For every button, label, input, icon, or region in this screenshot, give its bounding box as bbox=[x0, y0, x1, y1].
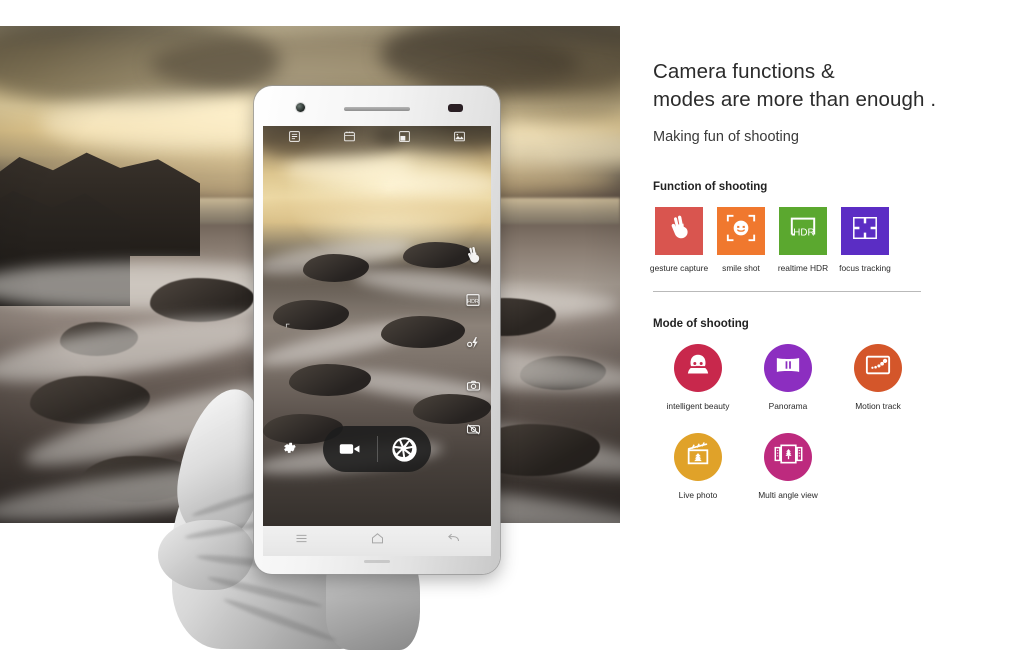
timer-camera-icon[interactable] bbox=[465, 378, 482, 399]
live-photo-icon bbox=[683, 440, 713, 473]
home-icon[interactable] bbox=[370, 531, 385, 551]
rock bbox=[289, 364, 371, 396]
phone-top-bezel bbox=[254, 86, 500, 126]
hand-peace-icon bbox=[668, 215, 690, 246]
phone-screen[interactable]: ⌜ HDR bbox=[263, 126, 491, 526]
gesture-capture-icon[interactable] bbox=[465, 246, 482, 270]
svg-text:HDR: HDR bbox=[793, 228, 814, 239]
function-item-realtime-hdr[interactable]: HDR realtime HDR bbox=[777, 206, 829, 273]
live-photo-circle[interactable] bbox=[674, 432, 722, 481]
motion-track-circle[interactable] bbox=[854, 343, 902, 392]
function-item-gesture-capture[interactable]: gesture capture bbox=[649, 206, 709, 273]
function-of-shooting-section: Function of shooting gesture capture smi… bbox=[649, 180, 983, 292]
mode-item-multi-angle-view[interactable]: Multi angle view bbox=[743, 432, 833, 500]
function-label: smile shot bbox=[722, 262, 760, 273]
mode-icon-grid: intelligent beauty Panorama Motion track… bbox=[653, 343, 983, 522]
filter-icon[interactable] bbox=[343, 130, 356, 148]
cloud bbox=[383, 172, 491, 196]
mode-label: Motion track bbox=[855, 400, 901, 411]
subheadline: Making fun of shooting bbox=[653, 128, 799, 145]
focus-tracking-tile[interactable] bbox=[841, 206, 889, 255]
back-arrow-icon[interactable] bbox=[446, 531, 461, 551]
function-label: gesture capture bbox=[649, 262, 709, 273]
svg-text:HDR: HDR bbox=[467, 299, 479, 305]
headline-line-1: Camera functions & bbox=[653, 60, 835, 83]
mode-label: Live photo bbox=[678, 489, 718, 500]
cloud bbox=[263, 196, 491, 218]
smartphone-device: ⌜ HDR bbox=[254, 86, 500, 574]
gear-icon[interactable] bbox=[281, 440, 298, 462]
headline-line-2: modes are more than enough . bbox=[653, 88, 937, 112]
android-navigation-bar[interactable] bbox=[263, 526, 491, 556]
camera-bottom-toolbar[interactable] bbox=[263, 426, 491, 500]
mode-item-intelligent-beauty[interactable]: intelligent beauty bbox=[653, 343, 743, 411]
mode-item-panorama[interactable]: Panorama bbox=[743, 343, 833, 411]
focus-brackets-icon bbox=[850, 214, 880, 247]
mode-item-live-photo[interactable]: Live photo bbox=[653, 432, 743, 500]
mode-section-title: Mode of shooting bbox=[653, 317, 749, 330]
mode-of-shooting-section: Mode of shooting intelligent beauty Pano… bbox=[653, 318, 983, 522]
function-section-title: Function of shooting bbox=[653, 180, 768, 193]
rock bbox=[381, 316, 465, 348]
mode-label: Panorama bbox=[768, 400, 808, 411]
earpiece-speaker bbox=[344, 107, 410, 111]
menu-icon[interactable] bbox=[294, 531, 309, 551]
mode-label: Multi angle view bbox=[758, 489, 818, 500]
section-divider bbox=[653, 290, 921, 292]
function-icon-row: gesture capture smile shot HDR realtime … bbox=[649, 206, 983, 273]
smile-shot-tile[interactable] bbox=[717, 206, 765, 255]
multi-angle-icon bbox=[773, 441, 804, 472]
camera-side-toolbar[interactable]: HDR bbox=[460, 246, 486, 442]
mode-item-motion-track[interactable]: Motion track bbox=[833, 343, 923, 411]
aperture-shutter-icon[interactable] bbox=[378, 436, 432, 463]
beauty-face-icon bbox=[683, 350, 713, 385]
motion-track-icon bbox=[863, 352, 893, 383]
smiling-face-icon bbox=[725, 212, 757, 249]
no-camera-icon[interactable] bbox=[465, 421, 482, 442]
function-item-smile-shot[interactable]: smile shot bbox=[715, 206, 767, 273]
gallery-icon[interactable] bbox=[453, 130, 466, 148]
page-title: Camera functions & modes are more than e… bbox=[653, 58, 983, 115]
function-label: realtime HDR bbox=[777, 262, 829, 273]
hdr-icon[interactable]: HDR bbox=[465, 292, 481, 313]
video-camera-icon[interactable] bbox=[323, 441, 377, 457]
proximity-sensor bbox=[448, 104, 463, 112]
focus-corner-marker: ⌜ bbox=[285, 323, 291, 335]
marketing-content-panel: Camera functions & modes are more than e… bbox=[649, 58, 983, 522]
panorama-icon bbox=[773, 352, 803, 383]
timer-icon[interactable] bbox=[288, 130, 301, 148]
front-camera-icon bbox=[296, 103, 305, 112]
aspect-ratio-icon[interactable] bbox=[398, 130, 411, 148]
intelligent-beauty-circle[interactable] bbox=[674, 343, 722, 392]
function-item-focus-tracking[interactable]: focus tracking bbox=[839, 206, 891, 273]
gesture-capture-tile[interactable] bbox=[655, 206, 703, 255]
capture-controls-pill[interactable] bbox=[323, 426, 431, 472]
camera-top-toolbar[interactable] bbox=[263, 126, 491, 152]
multi-angle-view-circle[interactable] bbox=[764, 432, 812, 481]
phone-brand-mark bbox=[364, 560, 390, 563]
realtime-hdr-tile[interactable]: HDR bbox=[779, 206, 827, 255]
flash-off-icon[interactable] bbox=[465, 335, 481, 356]
panorama-circle[interactable] bbox=[764, 343, 812, 392]
mode-label: intelligent beauty bbox=[666, 400, 730, 411]
function-label: focus tracking bbox=[839, 262, 891, 273]
hdr-icon: HDR bbox=[788, 214, 818, 247]
phone-bottom-bezel bbox=[254, 556, 500, 574]
